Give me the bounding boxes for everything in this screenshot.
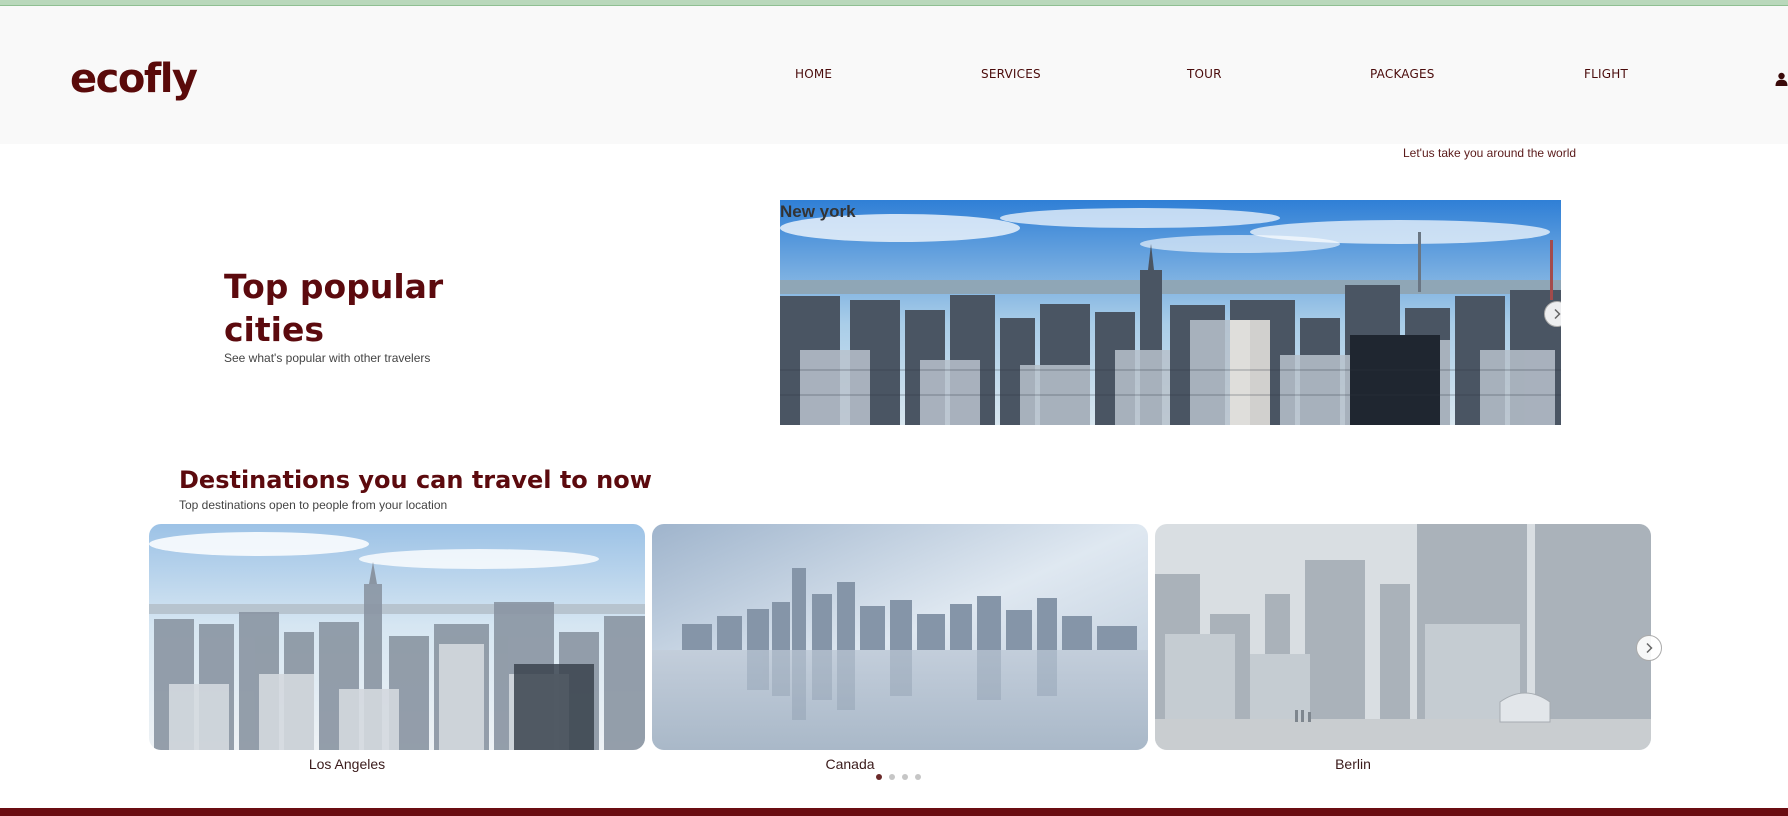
destination-label-canada: Canada: [825, 756, 875, 772]
nav-flight[interactable]: FLIGHT: [1584, 67, 1628, 81]
pagination-dot-2[interactable]: [889, 774, 895, 780]
destinations-subtitle: Top destinations open to people from you…: [179, 498, 448, 512]
featured-city-card[interactable]: New york: [780, 200, 1561, 425]
footer-bar: [0, 808, 1788, 816]
nav-tour[interactable]: TOUR: [1187, 67, 1222, 81]
destination-label-los-angeles: Los Angeles: [308, 756, 386, 772]
berlin-image: [1155, 524, 1651, 750]
featured-city-label: New york: [780, 202, 856, 221]
nav-services[interactable]: SERVICES: [981, 67, 1041, 81]
pagination-dot-3[interactable]: [902, 774, 908, 780]
new-york-skyline-image: [780, 200, 1561, 425]
pagination-dot-4[interactable]: [915, 774, 921, 780]
destination-card-berlin[interactable]: [1155, 524, 1651, 750]
destination-card-los-angeles[interactable]: [149, 524, 645, 750]
destination-card-canada[interactable]: [652, 524, 1148, 750]
destinations-next-button[interactable]: [1636, 635, 1662, 661]
user-icon[interactable]: [1775, 72, 1788, 86]
nav-home[interactable]: HOME: [795, 67, 832, 81]
pagination-dot-1[interactable]: [876, 774, 882, 780]
destinations-title: Destinations you can travel to now: [179, 466, 652, 494]
chevron-right-icon: [1646, 642, 1653, 654]
chevron-right-icon: [1554, 308, 1561, 320]
site-header: ecofly HOME SERVICES TOUR PACKAGES FLIGH…: [0, 6, 1788, 144]
canada-image: [652, 524, 1148, 750]
tagline: Let'us take you around the world: [1403, 146, 1577, 160]
site-logo[interactable]: ecofly: [70, 56, 198, 102]
nav-packages[interactable]: PACKAGES: [1370, 67, 1435, 81]
hero-subtitle: See what's popular with other travelers: [224, 351, 431, 365]
hero-title: Top popular cities: [224, 267, 444, 349]
destination-label-berlin: Berlin: [1335, 756, 1371, 772]
los-angeles-image: [149, 524, 645, 750]
